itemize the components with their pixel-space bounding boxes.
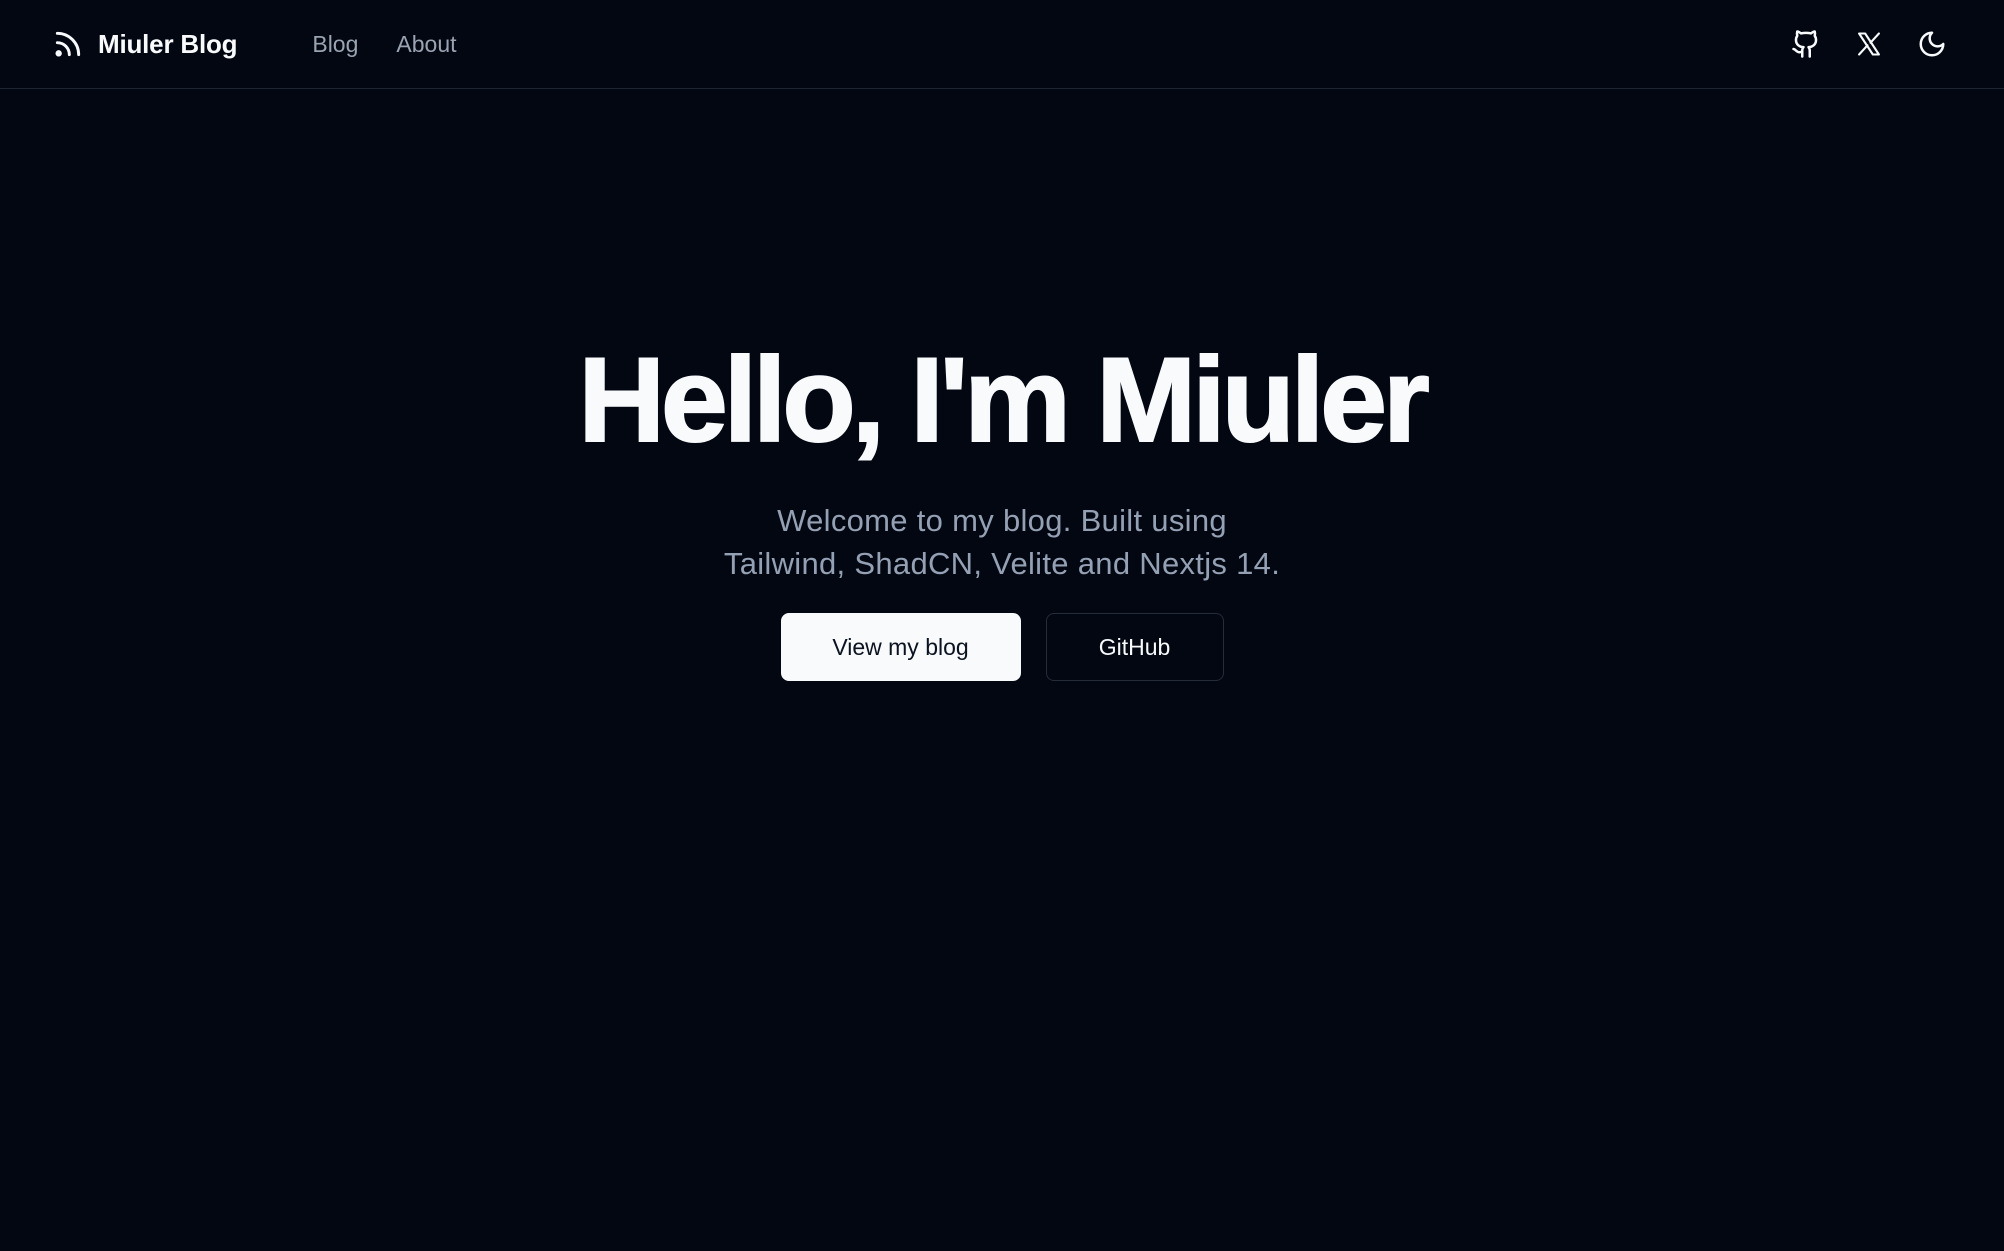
github-link[interactable] [1789,28,1822,61]
github-button[interactable]: GitHub [1045,613,1224,681]
github-icon [1791,29,1821,59]
hero-section: Hello, I'm Miuler Welcome to my blog. Bu… [0,333,2004,681]
nav-link-blog[interactable]: Blog [312,31,358,58]
view-blog-button[interactable]: View my blog [780,613,1021,681]
site-header: Miuler Blog Blog About [0,0,2004,89]
hero-subtitle-line-2: Tailwind, ShadCN, Velite and Nextjs 14. [723,546,1281,581]
x-twitter-icon [1855,30,1883,58]
hero-title: Hello, I'm Miuler [577,333,1430,467]
theme-toggle-button[interactable] [1915,28,1948,61]
rss-icon [52,28,84,60]
brand-name: Miuler Blog [98,28,238,59]
nav-link-about[interactable]: About [396,31,456,58]
hero-subtitle: Welcome to my blog. Built using Tailwind… [0,499,2004,585]
hero-actions: View my blog GitHub [0,613,2004,681]
header-actions [1789,28,1948,61]
x-twitter-link[interactable] [1852,28,1885,61]
hero-subtitle-line-1: Welcome to my blog. Built using [777,503,1227,538]
main-nav: Blog About [312,31,456,58]
moon-icon [1917,29,1947,59]
brand-link[interactable]: Miuler Blog [52,28,238,60]
